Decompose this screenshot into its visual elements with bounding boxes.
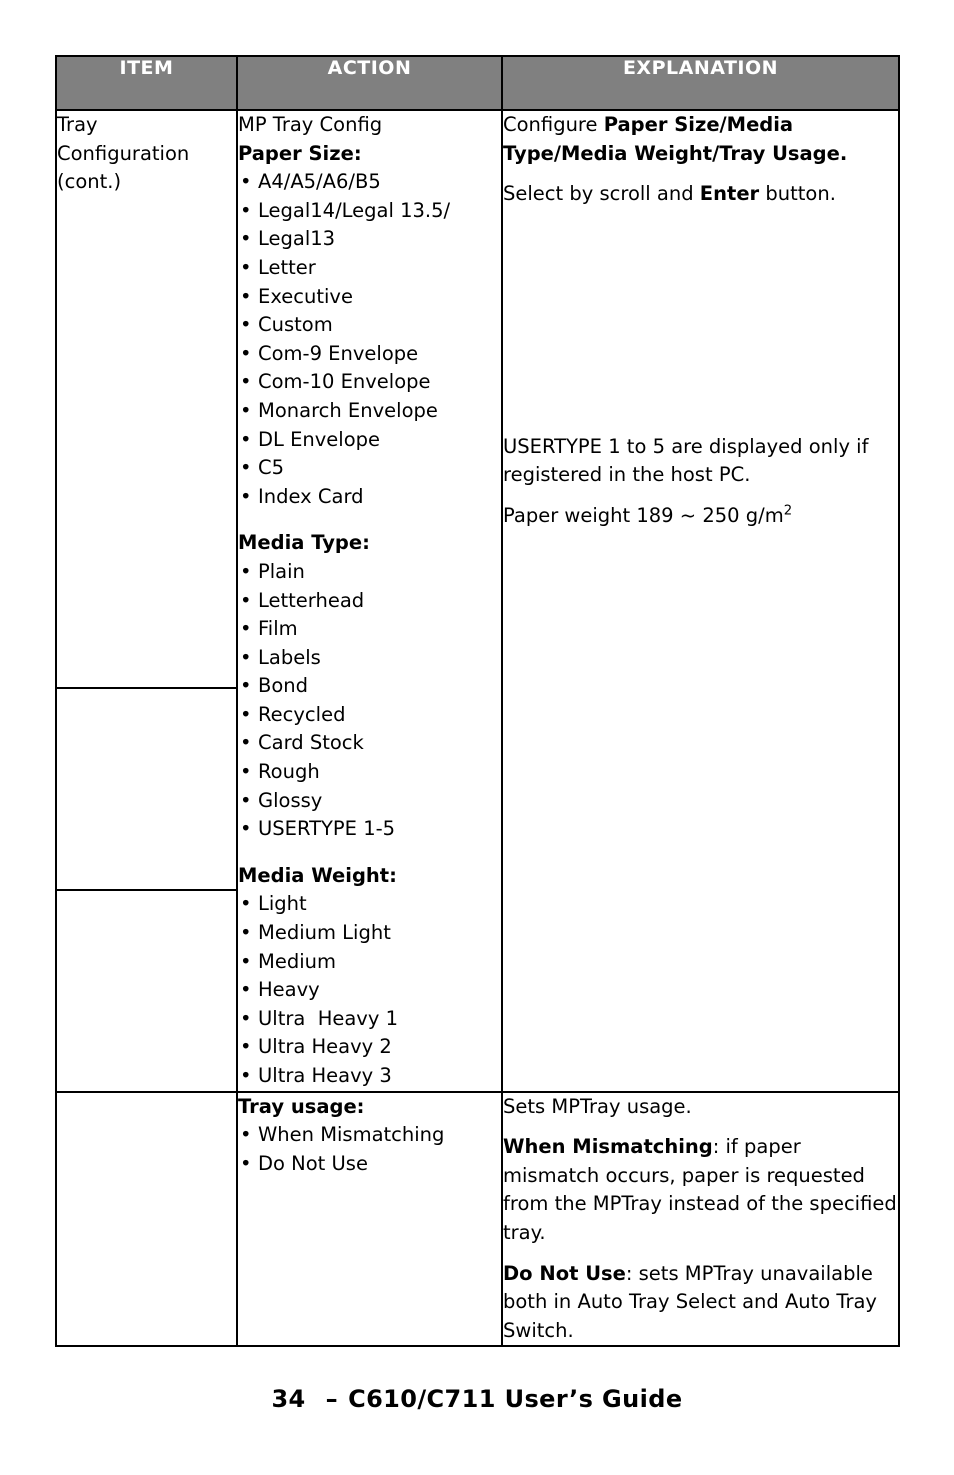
list-item: Index Card [238, 483, 501, 512]
media-weight-list: Light Medium Light Medium Heavy Ultra He… [238, 890, 501, 1090]
list-item: C5 [238, 454, 501, 483]
list-item: A4/A5/A6/B5 [238, 168, 501, 197]
explanation-bold-enter: Enter [699, 182, 760, 206]
list-item: Ultra Heavy 2 [238, 1033, 501, 1062]
item-label-line2: Configuration [57, 141, 190, 165]
explanation-do-not-use: Do Not Use: sets MPTray unavailable both… [503, 1260, 898, 1346]
column-header-item: ITEM [55, 55, 238, 111]
explanation-bold-when-mismatching: When Mismatching [503, 1135, 713, 1159]
explanation-usertype-paragraph: USERTYPE 1 to 5 are displayed only if re… [503, 434, 869, 487]
list-item-continuation-text: Legal13 [258, 227, 336, 251]
paper-size-list: A4/A5/A6/B5 Legal14/Legal 13.5/ Legal13 … [238, 168, 501, 511]
action-cell-tray-usage: Tray usage: When Mismatching Do Not Use [236, 1090, 503, 1348]
list-item: Film [238, 615, 501, 644]
explanation-plain-text: Configure [503, 113, 604, 136]
table-header: ITEM ACTION EXPLANATION [55, 55, 900, 111]
action-heading-media-weight: Media Weight: [238, 863, 397, 887]
list-item-continuation: Legal13 [238, 225, 501, 254]
column-header-explanation: EXPLANATION [501, 55, 900, 111]
explanation-plain-text: button. [759, 182, 836, 206]
item-label-line1: Tray [57, 113, 98, 136]
footer-guide-title: C610/C711 User’s Guide [348, 1385, 683, 1413]
list-item: Glossy [238, 787, 501, 816]
item-cell-blank-media-weight [55, 888, 238, 1093]
footer-dash: – [325, 1385, 339, 1413]
action-heading-media-type: Media Type: [238, 531, 370, 555]
table-header-row: ITEM ACTION EXPLANATION [55, 55, 900, 111]
table-body: Tray Configuration (cont.) MP Tray Confi… [55, 108, 900, 1348]
list-item: Do Not Use [238, 1150, 501, 1179]
list-item: Letterhead [238, 587, 501, 616]
list-item: Monarch Envelope [238, 397, 501, 426]
list-item: USERTYPE 1-5 [238, 815, 501, 844]
list-item: Bond [238, 672, 501, 701]
explanation-bold-do-not-use: Do Not Use [503, 1261, 626, 1285]
explanation-configure-paragraph: Configure Paper Size/Media Type/Media We… [503, 111, 898, 168]
list-item: Labels [238, 644, 501, 673]
page-number: 34 [271, 1385, 306, 1413]
explanation-sets-mptray: Sets MPTray usage. [503, 1094, 692, 1118]
item-cell-blank-media-type [55, 687, 238, 891]
paper-weight-text: Paper weight 189 ~ 250 g/m [503, 503, 784, 527]
action-heading-tray-usage: Tray usage: [238, 1094, 365, 1118]
list-item: Ultra Heavy 3 [238, 1062, 501, 1091]
list-item: Plain [238, 558, 501, 587]
list-item: Heavy [238, 976, 501, 1005]
list-item: Ultra Heavy 1 [238, 1005, 501, 1034]
list-item: Rough [238, 758, 501, 787]
explanation-when-mismatching: When Mismatching: if paper mismatch occu… [503, 1133, 898, 1247]
explanation-paper-weight-paragraph: Paper weight 189 ~ 250 g/m2 [503, 502, 898, 531]
action-heading-paper-size: Paper Size: [238, 141, 362, 165]
column-header-action: ACTION [236, 55, 503, 111]
list-item: Com-10 Envelope [238, 368, 501, 397]
list-item: Legal14/Legal 13.5/ [238, 197, 501, 226]
list-item: DL Envelope [238, 426, 501, 455]
page-footer: 34– C610/C711 User’s Guide [0, 1385, 954, 1413]
list-item: Executive [238, 283, 501, 312]
list-item: Com-9 Envelope [238, 340, 501, 369]
item-label-line3: (cont.) [57, 170, 122, 194]
explanation-cell-group: Configure Paper Size/Media Type/Media We… [501, 109, 900, 1093]
tray-usage-list: When Mismatching Do Not Use [238, 1121, 501, 1178]
list-item: Medium [238, 948, 501, 977]
action-cell-paper-size-group: MP Tray Config Paper Size: A4/A5/A6/B5 L… [236, 109, 503, 1093]
list-item: When Mismatching [238, 1121, 501, 1150]
list-item: Medium Light [238, 919, 501, 948]
superscript-two: 2 [783, 503, 793, 519]
specification-table: ITEM ACTION EXPLANATION Tray Configurati… [55, 55, 900, 1348]
explanation-plain-text: Select by scroll and [503, 182, 700, 206]
list-item: Recycled [238, 701, 501, 730]
list-item: Card Stock [238, 729, 501, 758]
explanation-cell-tray-usage: Sets MPTray usage. When Mismatching: if … [501, 1090, 900, 1348]
explanation-select-paragraph: Select by scroll and Enter button. [503, 180, 898, 209]
table-row: Tray Configuration (cont.) MP Tray Confi… [55, 108, 900, 1093]
table-row: Tray usage: When Mismatching Do Not Use … [55, 1090, 900, 1348]
page-canvas: ITEM ACTION EXPLANATION Tray Configurati… [0, 0, 954, 1475]
list-item: Letter [238, 254, 501, 283]
media-type-list: Plain Letterhead Film Labels Bond Recycl… [238, 558, 501, 844]
item-cell-blank-tray-usage [55, 1090, 238, 1348]
list-item: Custom [238, 311, 501, 340]
item-cell-tray-configuration: Tray Configuration (cont.) [55, 108, 238, 690]
action-intro-mp-tray-config: MP Tray Config [238, 113, 383, 136]
list-item: Light [238, 890, 501, 919]
